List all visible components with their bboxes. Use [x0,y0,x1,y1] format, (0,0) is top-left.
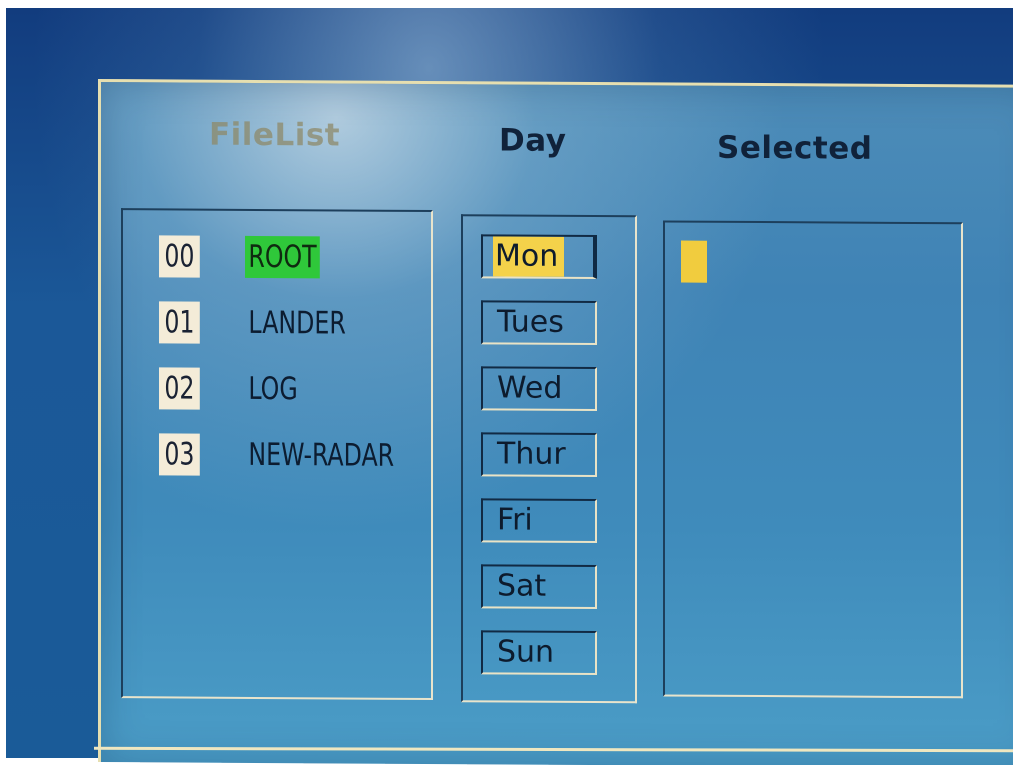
day-label: Fri [497,502,533,538]
day-title: Day [499,122,567,159]
day-button-thur[interactable]: Thur [481,432,597,478]
file-number: 02 [159,367,200,410]
file-item-lander[interactable]: 01 LANDER [159,300,368,345]
file-number: 00 [159,235,200,278]
day-button-tues[interactable]: Tues [481,300,597,346]
day-panel: Mon Tues Wed Thur Fri Sat Sun [461,214,637,704]
file-item-log[interactable]: 02 LOG [159,366,311,411]
day-button-sat[interactable]: Sat [481,564,597,610]
selected-panel[interactable] [663,220,963,699]
day-label: Thur [497,436,566,472]
file-name: LOG [248,370,298,408]
file-name: LANDER [248,304,346,342]
text-cursor [681,240,707,283]
filelist-panel: 00 ROOT 01 LANDER 02 LOG 03 NEW-RADAR [121,208,433,701]
day-button-fri[interactable]: Fri [481,498,597,544]
day-label: Mon [493,236,565,277]
file-number: 03 [159,433,200,476]
monitor-screen: FileList Day Selected 00 ROOT 01 LANDER … [6,8,1013,765]
day-button-wed[interactable]: Wed [481,366,597,412]
file-name: NEW-RADAR [248,436,395,474]
filelist-title: FileList [209,116,341,154]
day-label: Tues [497,304,564,340]
day-button-mon[interactable]: Mon [481,234,597,280]
file-item-new-radar[interactable]: 03 NEW-RADAR [159,432,424,478]
day-label: Sat [497,568,547,604]
file-number: 01 [159,301,200,344]
file-item-root[interactable]: 00 ROOT [159,234,333,279]
day-label: Sun [497,634,555,670]
photo-frame: FileList Day Selected 00 ROOT 01 LANDER … [0,0,1013,765]
file-name: ROOT [245,235,321,279]
day-button-sun[interactable]: Sun [481,630,597,676]
schedule-dialog: FileList Day Selected 00 ROOT 01 LANDER … [98,79,1013,765]
day-label: Wed [497,370,563,406]
selected-title: Selected [717,129,873,167]
